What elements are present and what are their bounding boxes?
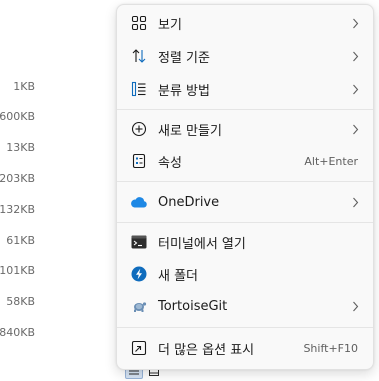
menu-item-open-in-terminal[interactable]: 터미널에서 열기	[121, 227, 369, 257]
properties-icon	[130, 152, 148, 170]
new-folder-icon	[130, 265, 148, 283]
keyboard-shortcut: Shift+F10	[303, 341, 358, 355]
chevron-right-icon	[351, 123, 359, 135]
keyboard-shortcut: Alt+Enter	[304, 154, 358, 168]
menu-separator	[117, 109, 373, 110]
menu-separator	[117, 222, 373, 223]
file-size-column: 1KB 600KB 13KB 203KB 132KB 61KB 101KB 58…	[0, 0, 40, 381]
more-options-icon	[130, 339, 148, 357]
menu-item-label: 보기	[158, 17, 182, 33]
menu-separator	[117, 327, 373, 328]
menu-item-label: 속성	[158, 155, 182, 171]
menu-item-show-more-options[interactable]: 더 많은 옵션 표시 Shift+F10	[121, 333, 369, 363]
chevron-right-icon	[351, 50, 359, 62]
menu-item-label: 새 폴더	[158, 268, 199, 284]
menu-item-label: 터미널에서 열기	[158, 236, 246, 252]
menu-item-tortoisegit[interactable]: TortoiseGit	[121, 291, 369, 321]
add-circle-icon	[130, 120, 148, 138]
group-list-icon	[130, 80, 148, 98]
chevron-right-icon	[351, 300, 359, 312]
desktop-stage: 1KB 600KB 13KB 203KB 132KB 61KB 101KB 58…	[0, 0, 379, 381]
sort-icon	[130, 47, 148, 65]
menu-item-label: 더 많은 옵션 표시	[158, 342, 255, 358]
chevron-right-icon	[351, 83, 359, 95]
menu-item-properties[interactable]: 속성 Alt+Enter	[121, 146, 369, 176]
tortoisegit-icon	[130, 297, 148, 315]
file-size-cell: 203KB	[0, 172, 35, 185]
file-size-cell: 600KB	[0, 110, 35, 123]
file-size-cell: 61KB	[6, 234, 35, 247]
file-size-cell: 101KB	[0, 264, 35, 277]
file-size-cell: 840KB	[0, 326, 35, 339]
menu-item-onedrive[interactable]: OneDrive	[121, 187, 369, 217]
menu-item-label: TortoiseGit	[158, 298, 228, 314]
menu-item-label: 새로 만들기	[158, 123, 222, 139]
file-size-cell: 58KB	[6, 295, 35, 308]
menu-item-sort-by[interactable]: 정렬 기준	[121, 41, 369, 71]
file-size-cell: 1KB	[13, 80, 35, 93]
file-size-cell: 132KB	[0, 203, 35, 216]
chevron-right-icon	[351, 17, 359, 29]
menu-item-group-by[interactable]: 분류 방법	[121, 74, 369, 104]
menu-separator	[117, 181, 373, 182]
terminal-icon	[130, 233, 148, 251]
menu-item-new-folder[interactable]: 새 폴더	[121, 259, 369, 289]
file-size-cell: 13KB	[6, 141, 35, 154]
menu-item-label: 분류 방법	[158, 83, 210, 99]
chevron-right-icon	[351, 196, 359, 208]
menu-item-label: OneDrive	[158, 194, 220, 210]
menu-item-view[interactable]: 보기	[121, 8, 369, 38]
context-menu: 보기 정렬 기준 분류 방법 새로 만들기 속성 Alt+Enter OneDr…	[116, 4, 374, 370]
onedrive-cloud-icon	[130, 193, 148, 211]
menu-item-label: 정렬 기준	[158, 50, 210, 66]
grid-icon	[130, 14, 148, 32]
menu-item-new[interactable]: 새로 만들기	[121, 114, 369, 144]
